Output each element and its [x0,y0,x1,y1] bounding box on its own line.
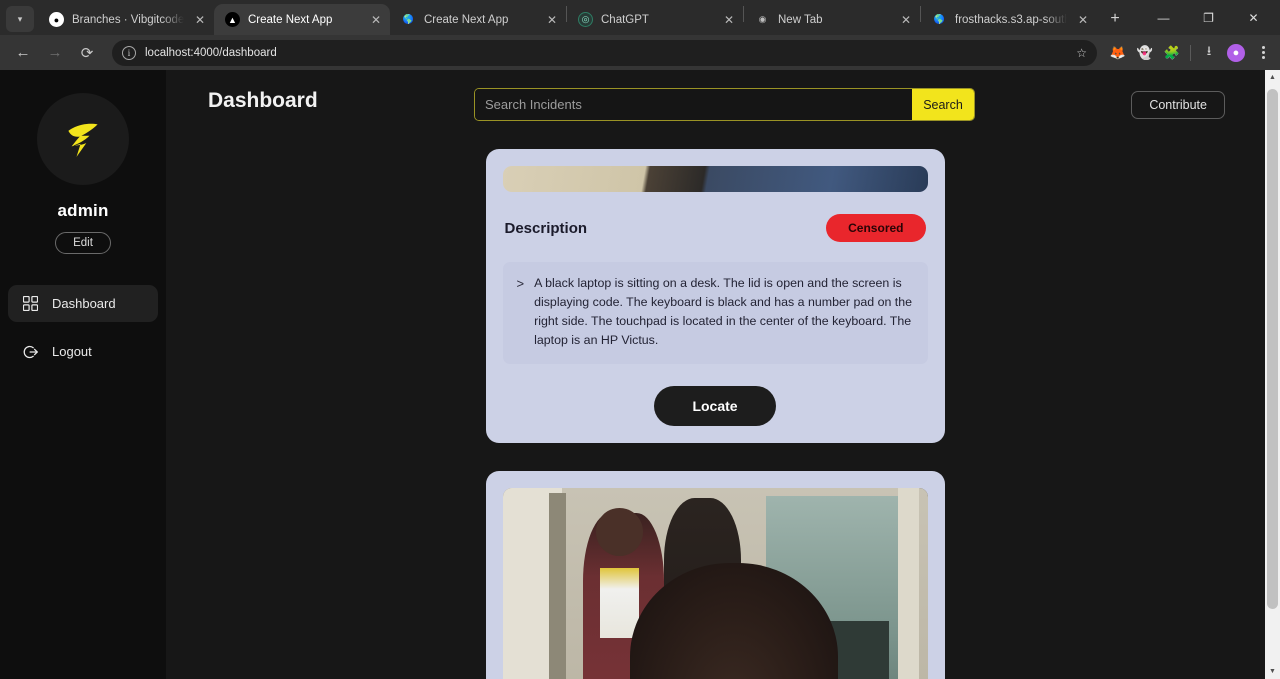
browser-tab-2[interactable]: 🌎 Create Next App ✕ [390,4,566,35]
card-header: Description Censored [505,214,926,242]
close-window-button[interactable]: ✕ [1231,0,1276,35]
sidebar-item-label: Dashboard [52,296,116,311]
tab-title: frosthacks.s3.ap-south-1.a [955,13,1067,26]
sidebar-item-dashboard[interactable]: Dashboard [8,285,158,322]
close-icon[interactable]: ✕ [544,12,560,28]
tab-strip: ▾ ● Branches · Vibgitcode27/F ✕ ▲ Create… [0,0,1280,35]
github-icon: ● [49,12,64,27]
logout-icon [22,343,39,360]
locate-button[interactable]: Locate [654,386,776,426]
close-icon[interactable]: ✕ [898,12,914,28]
tab-title: New Tab [778,13,823,26]
photo-image [502,166,928,192]
kebab-menu-icon[interactable] [1254,43,1272,63]
sidebar-item-logout[interactable]: Logout [8,333,158,370]
description-box: > A black laptop is sitting on a desk. T… [502,262,928,364]
close-icon[interactable]: ✕ [1075,12,1091,28]
globe-icon: 🌎 [933,14,946,24]
ghost-extension-icon[interactable]: 👻 [1136,44,1154,62]
scroll-down-arrow-icon[interactable]: ▼ [1265,664,1280,679]
search-button[interactable]: Search [912,89,974,120]
profile-avatar[interactable]: ● [1227,43,1245,62]
scrollbar-track[interactable] [1265,85,1280,664]
sidebar-nav: Dashboard Logout [0,285,166,381]
browser-tab-5[interactable]: 🌎 frosthacks.s3.ap-south-1.a ✕ [921,4,1097,35]
address-bar-url: localhost:4000/dashboard [145,46,277,59]
back-button[interactable]: ← [8,38,38,68]
browser-tab-4[interactable]: ◉ New Tab ✕ [744,4,920,35]
tab-title: Create Next App [248,13,333,26]
address-bar[interactable]: i localhost:4000/dashboard ☆ [112,39,1097,66]
page-title: Dashboard [208,89,318,112]
photo-image [502,488,928,679]
nextjs-icon: ▲ [225,12,240,27]
card-actions: Locate [503,386,928,426]
page-viewport: admin Edit Dashboard Logout Dashboard Se… [0,70,1280,679]
browser-toolbar: ← → ⟳ i localhost:4000/dashboard ☆ 🦊 👻 🧩… [0,35,1280,70]
sidebar: admin Edit Dashboard Logout [0,70,166,679]
edit-profile-button[interactable]: Edit [55,232,111,254]
info-icon[interactable]: i [122,45,136,60]
puzzle-extensions-icon[interactable]: 🧩 [1163,44,1181,62]
browser-tab-0[interactable]: ● Branches · Vibgitcode27/F ✕ [38,4,214,35]
forward-button[interactable]: → [40,38,70,68]
browser-window: ▾ ● Branches · Vibgitcode27/F ✕ ▲ Create… [0,0,1280,679]
search-bar: Search [474,88,975,121]
incident-feed: Description Censored > A black laptop is… [166,132,1280,679]
status-badge: Censored [826,214,926,242]
page-header: Dashboard Search Contribute [166,70,1280,132]
sidebar-item-label: Logout [52,344,92,359]
chevron-right-icon: > [516,276,525,291]
browser-tab-1[interactable]: ▲ Create Next App ✕ [214,4,390,35]
close-icon[interactable]: ✕ [368,12,384,28]
scroll-up-arrow-icon[interactable]: ▲ [1265,70,1280,85]
grid-icon [22,295,39,312]
close-icon[interactable]: ✕ [192,12,208,28]
chatgpt-icon: ◎ [578,12,593,27]
contribute-button[interactable]: Contribute [1131,91,1225,119]
chrome-icon: ◉ [758,14,767,24]
tab-title: Create Next App [424,13,509,26]
tab-title: ChatGPT [601,13,649,26]
toolbar-divider [1190,44,1191,61]
incident-photo-room[interactable] [502,488,928,679]
tab-search-button[interactable]: ▾ [6,6,34,32]
minimize-button[interactable]: — [1141,0,1186,35]
incident-card[interactable]: Description Censored > A black laptop is… [485,149,945,443]
page-scrollbar[interactable]: ▲ ▼ [1265,70,1280,679]
extension-bar: 🦊 👻 🧩 ⭳ ● [1107,43,1272,63]
maximize-button[interactable]: ❐ [1186,0,1231,35]
winged-bolt-logo [37,93,129,185]
description-text: A black laptop is sitting on a desk. The… [534,276,913,347]
reload-button[interactable]: ⟳ [72,38,102,68]
fox-extension-icon[interactable]: 🦊 [1109,44,1127,62]
star-icon[interactable]: ☆ [1076,46,1087,60]
browser-tab-3[interactable]: ◎ ChatGPT ✕ [567,4,743,35]
description-label: Description [504,219,588,237]
globe-icon: 🌎 [402,14,415,24]
incident-card[interactable] [485,471,945,679]
scrollbar-thumb[interactable] [1267,89,1278,609]
tab-title: Branches · Vibgitcode27/F [72,13,184,26]
download-icon[interactable]: ⭳ [1200,43,1218,62]
new-tab-button[interactable]: + [1101,5,1129,33]
incident-photo-laptop[interactable] [502,166,928,192]
username-label: admin [57,201,109,220]
main-content: Dashboard Search Contribute Description … [166,70,1280,679]
close-icon[interactable]: ✕ [721,12,737,28]
search-input[interactable] [475,89,912,120]
window-controls: — ❐ ✕ [1141,0,1276,35]
